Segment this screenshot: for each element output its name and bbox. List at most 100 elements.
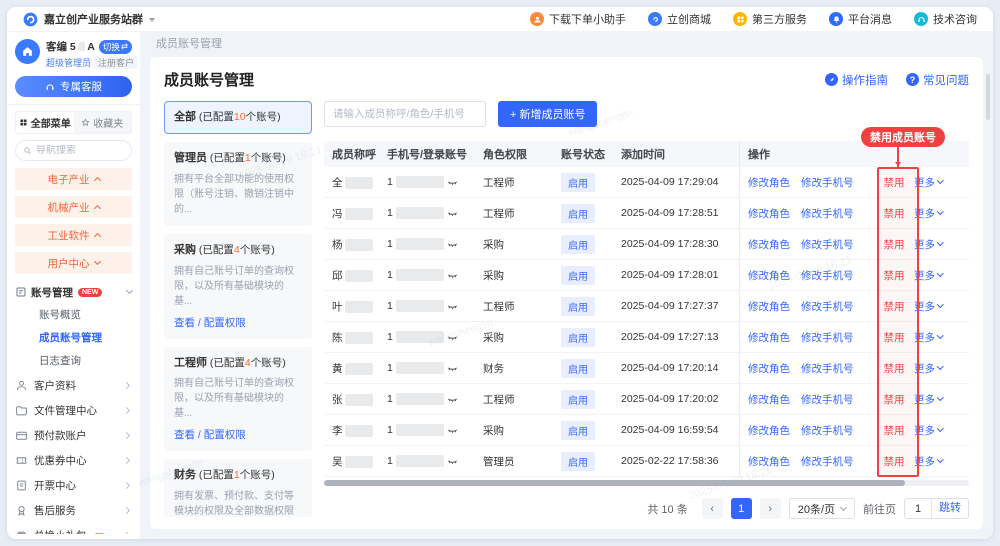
edit-phone-link[interactable]: 修改手机号 (801, 299, 874, 314)
sidebar-subitem-log-query[interactable]: 日志查询 (39, 350, 132, 373)
role-card-engineer[interactable]: 工程师 (已配置4个账号) 拥有自己账号订单的查询权限，以及所有基础模块的基..… (164, 347, 312, 452)
eye-off-icon[interactable] (447, 239, 458, 250)
more-dropdown[interactable]: 更多 (914, 268, 960, 283)
eye-off-icon[interactable] (447, 208, 458, 219)
edit-phone-link[interactable]: 修改手机号 (801, 175, 874, 190)
more-dropdown[interactable]: 更多 (914, 237, 960, 252)
page-size-select[interactable]: 20条/页 (789, 498, 855, 519)
more-dropdown[interactable]: 更多 (914, 330, 960, 345)
edit-phone-link[interactable]: 修改手机号 (801, 268, 874, 283)
disable-link[interactable]: 禁用 (874, 392, 914, 407)
faq-link[interactable]: ? 常见问题 (906, 72, 969, 88)
page-1-button[interactable]: 1 (731, 498, 752, 519)
horizontal-scrollbar[interactable] (324, 480, 969, 486)
eye-off-icon[interactable] (447, 332, 458, 343)
topnav-services[interactable]: 第三方服务 (733, 11, 807, 27)
disable-link[interactable]: 禁用 (874, 206, 914, 221)
more-dropdown[interactable]: 更多 (914, 454, 960, 469)
disable-link[interactable]: 禁用 (874, 330, 914, 345)
disable-link[interactable]: 禁用 (874, 175, 914, 190)
edit-role-link[interactable]: 修改角色 (748, 237, 801, 252)
more-dropdown[interactable]: 更多 (914, 299, 960, 314)
view-permission-link[interactable]: 查看 (174, 317, 195, 329)
member-search-input[interactable] (324, 101, 486, 127)
sidebar-item-account-management[interactable]: 账号管理 NEW (15, 280, 132, 304)
disable-link[interactable]: 禁用 (874, 299, 914, 314)
sidebar-link-folder[interactable]: 文件管理中心 (15, 398, 132, 423)
sidebar-link-coupon[interactable]: 优惠券中心 (15, 448, 132, 473)
edit-role-link[interactable]: 修改角色 (748, 392, 801, 407)
redacted-name (345, 301, 373, 313)
topnav-assistant[interactable]: 下载下单小助手 (530, 11, 626, 27)
brand[interactable]: 嘉立创产业服务站群 (23, 11, 155, 27)
topnav-message[interactable]: 平台消息 (829, 11, 892, 27)
eye-off-icon[interactable] (447, 270, 458, 281)
sidebar-category-user-center[interactable]: 用户中心 (15, 252, 132, 274)
sidebar-link-aftersale[interactable]: 售后服务 (15, 498, 132, 523)
topnav-mall[interactable]: 立创商城 (648, 11, 711, 27)
more-dropdown[interactable]: 更多 (914, 423, 960, 438)
guide-link[interactable]: 操作指南 (825, 72, 888, 88)
next-page-button[interactable]: › (760, 498, 781, 519)
edit-role-link[interactable]: 修改角色 (748, 175, 801, 190)
goto-button[interactable]: 跳转 (931, 499, 968, 518)
role-card-all[interactable]: 全部 (已配置10个账号) (164, 101, 312, 134)
edit-role-link[interactable]: 修改角色 (748, 299, 801, 314)
sidebar-subitem-account-overview[interactable]: 账号概览 (39, 304, 132, 327)
edit-phone-link[interactable]: 修改手机号 (801, 206, 874, 221)
eye-off-icon[interactable] (447, 394, 458, 405)
disable-link[interactable]: 禁用 (874, 237, 914, 252)
edit-role-link[interactable]: 修改角色 (748, 330, 801, 345)
sidebar-link-wallet[interactable]: 预付款账户 (15, 423, 132, 448)
edit-phone-link[interactable]: 修改手机号 (801, 237, 874, 252)
sidebar-category-industrial-software[interactable]: 工业软件 (15, 224, 132, 246)
edit-phone-link[interactable]: 修改手机号 (801, 392, 874, 407)
disable-link[interactable]: 禁用 (874, 268, 914, 283)
edit-role-link[interactable]: 修改角色 (748, 361, 801, 376)
view-permission-link[interactable]: 查看 (174, 429, 195, 441)
more-dropdown[interactable]: 更多 (914, 206, 960, 221)
edit-role-link[interactable]: 修改角色 (748, 206, 801, 221)
edit-role-link[interactable]: 修改角色 (748, 454, 801, 469)
sidebar-link-gift[interactable]: 兑换小礼包 (15, 523, 132, 534)
vertical-scrollbar[interactable] (986, 74, 990, 120)
edit-role-link[interactable]: 修改角色 (748, 423, 801, 438)
brand-logo-icon (23, 12, 38, 27)
more-dropdown[interactable]: 更多 (914, 392, 960, 407)
config-permission-link[interactable]: 配置权限 (204, 429, 246, 441)
edit-phone-link[interactable]: 修改手机号 (801, 330, 874, 345)
prev-page-button[interactable]: ‹ (702, 498, 723, 519)
scrollbar-thumb[interactable] (324, 480, 905, 486)
nav-search-input[interactable] (36, 145, 124, 156)
sidebar-link-invoice[interactable]: 开票中心 (15, 473, 132, 498)
eye-off-icon[interactable] (447, 177, 458, 188)
eye-off-icon[interactable] (447, 301, 458, 312)
role-card-purchase[interactable]: 采购 (已配置4个账号) 拥有自己账号订单的查询权限，以及所有基础模块的基...… (164, 234, 312, 339)
tab-favorites[interactable]: 收藏夹 (74, 112, 132, 133)
sidebar-category-machinery[interactable]: 机械产业 (15, 196, 132, 218)
more-dropdown[interactable]: 更多 (914, 361, 960, 376)
goto-page-input[interactable] (905, 503, 931, 515)
more-dropdown[interactable]: 更多 (914, 175, 960, 190)
switch-account-button[interactable]: 切换⇄ (99, 40, 132, 54)
disable-link[interactable]: 禁用 (874, 454, 914, 469)
edit-phone-link[interactable]: 修改手机号 (801, 423, 874, 438)
role-card-admin[interactable]: 管理员 (已配置1个账号) 拥有平台全部功能的使用权限（账号注销、撤销注销中的.… (164, 142, 312, 226)
sidebar-subitem-member-account-management[interactable]: 成员账号管理 (39, 327, 132, 350)
sidebar-link-user[interactable]: 客户资料 (15, 373, 132, 398)
dedicated-service-button[interactable]: 专属客服 (15, 76, 132, 97)
edit-phone-link[interactable]: 修改手机号 (801, 361, 874, 376)
tab-all-menu[interactable]: 全部菜单 (16, 112, 74, 133)
edit-phone-link[interactable]: 修改手机号 (801, 454, 874, 469)
eye-off-icon[interactable] (447, 425, 458, 436)
sidebar-category-electronics[interactable]: 电子产业 (15, 168, 132, 190)
config-permission-link[interactable]: 配置权限 (204, 317, 246, 329)
disable-link[interactable]: 禁用 (874, 361, 914, 376)
eye-off-icon[interactable] (447, 456, 458, 467)
disable-link[interactable]: 禁用 (874, 423, 914, 438)
role-card-finance[interactable]: 财务 (已配置1个账号) 拥有发票、预付款、支付等模块的权限及全部数据权限 查看… (164, 459, 312, 517)
edit-role-link[interactable]: 修改角色 (748, 268, 801, 283)
topnav-support[interactable]: 技术咨询 (914, 11, 977, 27)
add-member-button[interactable]: + 新增成员账号 (498, 101, 597, 127)
eye-off-icon[interactable] (447, 363, 458, 374)
